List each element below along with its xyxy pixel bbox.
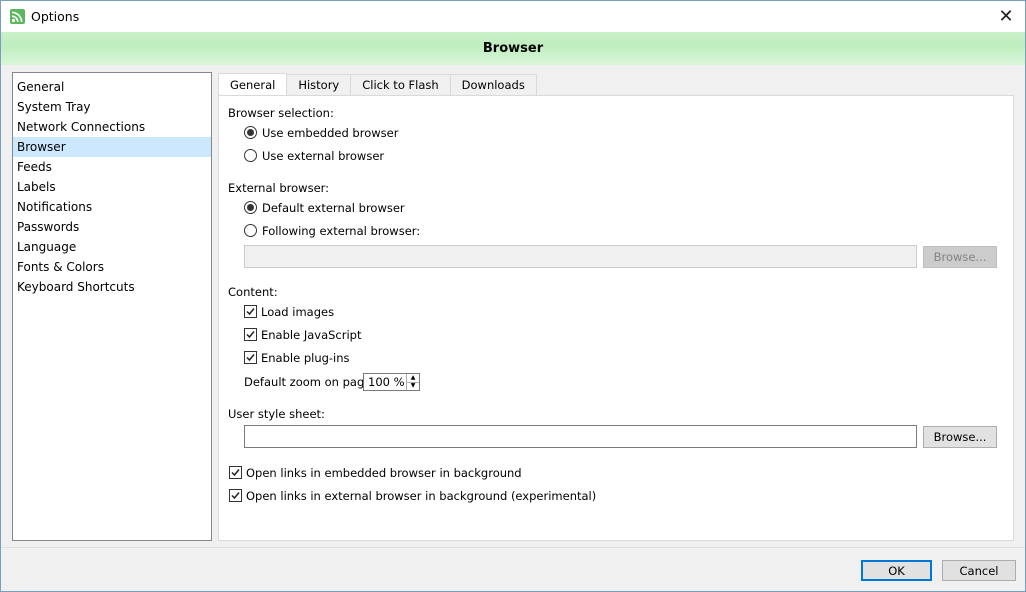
- browser-selection-heading: Browser selection:: [228, 106, 334, 120]
- external-browser-path-field[interactable]: [244, 245, 917, 268]
- default-zoom-spinbox[interactable]: 100 % ▲ ▼: [363, 373, 420, 391]
- enable-plugins-checkbox[interactable]: [244, 351, 257, 364]
- open-embedded-background-checkbox[interactable]: [229, 466, 242, 479]
- sidebar-item-system-tray[interactable]: System Tray: [13, 97, 211, 117]
- options-window: Options ✕ Browser General System Tray Ne…: [0, 0, 1026, 592]
- content-heading: Content:: [228, 285, 278, 299]
- user-style-sheet-browse-button[interactable]: Browse...: [923, 426, 997, 448]
- general-tab-panel: Browser selection: Use embedded browser …: [218, 95, 1014, 541]
- sidebar-item-fonts-colors[interactable]: Fonts & Colors: [13, 257, 211, 277]
- default-zoom-value[interactable]: 100 %: [364, 375, 406, 389]
- sidebar-item-feeds[interactable]: Feeds: [13, 157, 211, 177]
- default-zoom-label: Default zoom on pages:: [244, 375, 382, 389]
- use-external-browser-radio[interactable]: [244, 149, 257, 162]
- title-bar[interactable]: Options ✕: [1, 1, 1025, 32]
- default-external-browser-radio[interactable]: [244, 201, 257, 214]
- following-external-browser-label[interactable]: Following external browser:: [262, 224, 420, 238]
- external-browser-heading: External browser:: [228, 181, 330, 195]
- open-external-background-label[interactable]: Open links in external browser in backgr…: [246, 489, 596, 503]
- section-title: Browser: [482, 41, 544, 56]
- open-external-background-checkbox[interactable]: [229, 489, 242, 502]
- cancel-button[interactable]: Cancel: [942, 560, 1016, 581]
- load-images-checkbox[interactable]: [244, 305, 257, 318]
- enable-javascript-checkbox[interactable]: [244, 328, 257, 341]
- sidebar-item-general[interactable]: General: [13, 77, 211, 97]
- sidebar-item-keyboard-shortcuts[interactable]: Keyboard Shortcuts: [13, 277, 211, 297]
- tab-downloads[interactable]: Downloads: [449, 74, 537, 95]
- user-style-sheet-field[interactable]: [244, 425, 917, 448]
- enable-plugins-label[interactable]: Enable plug-ins: [261, 351, 350, 365]
- ok-button[interactable]: OK: [861, 560, 932, 581]
- spin-down-icon[interactable]: ▼: [407, 383, 419, 391]
- rss-app-icon: [10, 9, 25, 24]
- sidebar-item-labels[interactable]: Labels: [13, 177, 211, 197]
- use-embedded-browser-label[interactable]: Use embedded browser: [262, 126, 398, 140]
- tab-bar: General History Click to Flash Downloads: [218, 73, 537, 95]
- window-title: Options: [31, 9, 80, 24]
- following-external-browser-radio[interactable]: [244, 224, 257, 237]
- sidebar-item-browser[interactable]: Browser: [13, 137, 211, 157]
- sidebar-item-notifications[interactable]: Notifications: [13, 197, 211, 217]
- sidebar-item-network-connections[interactable]: Network Connections: [13, 117, 211, 137]
- tab-click-to-flash[interactable]: Click to Flash: [350, 74, 451, 95]
- external-browser-browse-button[interactable]: Browse...: [923, 246, 997, 268]
- use-embedded-browser-radio[interactable]: [244, 126, 257, 139]
- footer-divider: [1, 547, 1025, 548]
- close-icon[interactable]: ✕: [993, 5, 1019, 27]
- sidebar-item-passwords[interactable]: Passwords: [13, 217, 211, 237]
- category-list[interactable]: General System Tray Network Connections …: [12, 72, 212, 541]
- zoom-spin-arrows[interactable]: ▲ ▼: [406, 374, 419, 390]
- tab-history[interactable]: History: [286, 74, 352, 95]
- load-images-label[interactable]: Load images: [261, 305, 334, 319]
- default-external-browser-label[interactable]: Default external browser: [262, 201, 405, 215]
- section-header: Browser: [1, 32, 1025, 65]
- use-external-browser-label[interactable]: Use external browser: [262, 149, 384, 163]
- sidebar-item-language[interactable]: Language: [13, 237, 211, 257]
- user-style-sheet-heading: User style sheet:: [228, 407, 325, 421]
- tab-general[interactable]: General: [218, 73, 288, 95]
- open-embedded-background-label[interactable]: Open links in embedded browser in backgr…: [246, 466, 522, 480]
- enable-javascript-label[interactable]: Enable JavaScript: [261, 328, 361, 342]
- spin-up-icon[interactable]: ▲: [407, 374, 419, 383]
